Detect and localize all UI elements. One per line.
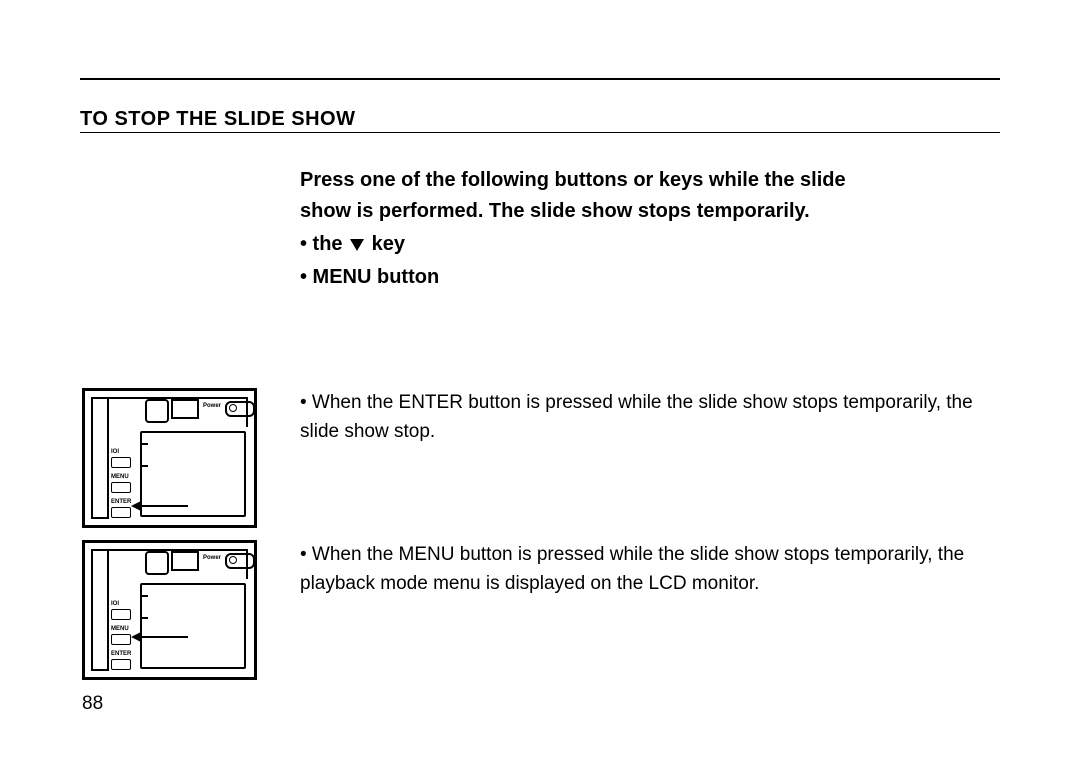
ioi-label: IOI [111,449,131,455]
enter-label: ENTER [111,651,131,657]
arrow-to-menu-icon [133,636,188,638]
ioi-button-icon [111,609,131,620]
menu-label: MENU [111,626,131,632]
heading-underline [80,132,1000,133]
thumb-rect-icon [171,399,199,419]
power-switch-icon [225,401,255,417]
menu-button-icon [111,482,131,493]
intro-bullet-menu: • MENU button [300,262,990,293]
down-triangle-icon [350,239,364,251]
note-menu: • When the MENU button is pressed while … [300,540,990,599]
power-label: Power [203,555,221,561]
menu-label: MENU [111,474,131,480]
thumb-rect-icon [171,551,199,571]
section-heading: TO STOP THE SLIDE SHOW [80,108,355,131]
thumb-dial-icon [145,551,169,575]
lcd-screen-icon [140,583,246,669]
camera-thumbnail-enter: Power IOI MENU ENTER [82,388,257,528]
arrow-to-enter-icon [133,505,188,507]
power-label: Power [203,403,221,409]
ioi-button-icon [111,457,131,468]
intro-line: Press one of the following buttons or ke… [300,165,990,196]
thumb-left-edge [91,397,109,519]
thumb-left-edge [91,549,109,671]
camera-thumbnail-menu: Power IOI MENU ENTER [82,540,257,680]
power-switch-icon [225,553,255,569]
enter-button-icon [111,659,131,670]
thumb-dial-icon [145,399,169,423]
note-enter: • When the ENTER button is pressed while… [300,388,990,447]
top-rule [80,78,1000,80]
manual-page: TO STOP THE SLIDE SHOW Press one of the … [0,0,1080,765]
bullet-prefix: • the [300,233,348,255]
menu-button-icon [111,634,131,645]
intro-bullet-down-key: • the key [300,229,990,260]
enter-label: ENTER [111,499,131,505]
side-buttons: IOI MENU ENTER [111,449,131,524]
bullet-suffix: key [366,233,405,255]
side-buttons: IOI MENU ENTER [111,601,131,676]
ioi-label: IOI [111,601,131,607]
intro-line: show is performed. The slide show stops … [300,196,990,227]
enter-button-icon [111,507,131,518]
page-number: 88 [82,693,103,715]
intro-block: Press one of the following buttons or ke… [300,165,990,293]
